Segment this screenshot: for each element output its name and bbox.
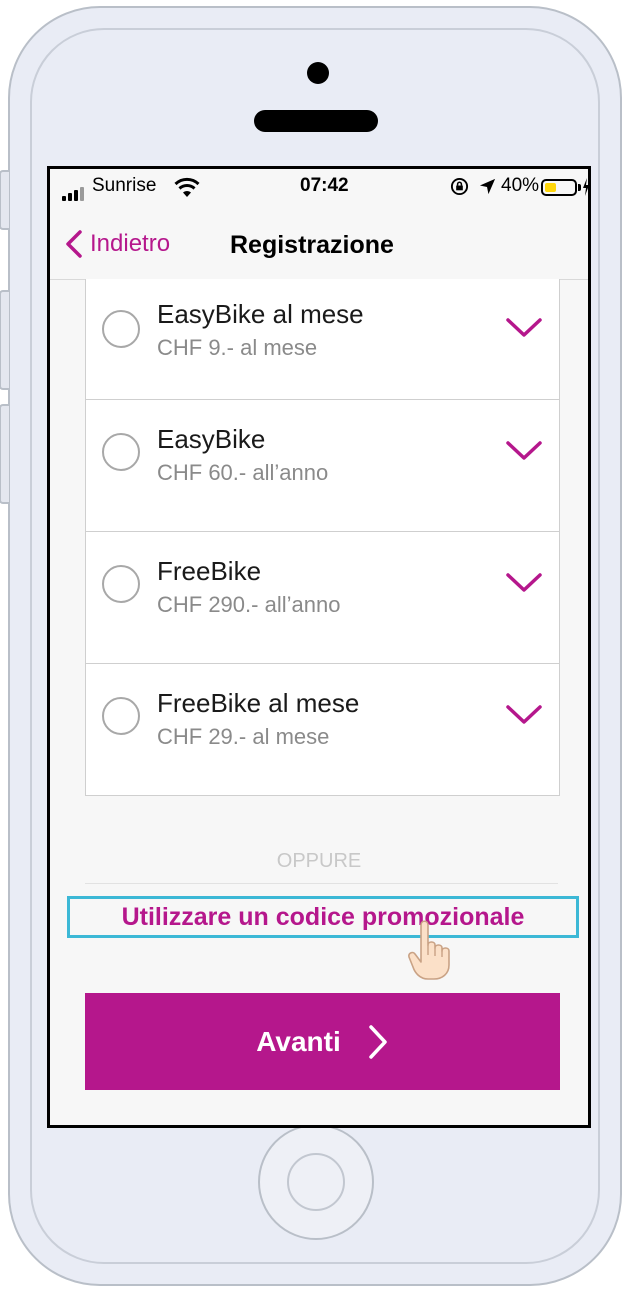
radio-button[interactable]	[102, 697, 140, 735]
wifi-icon	[174, 177, 200, 197]
chevron-down-icon[interactable]	[505, 317, 543, 339]
plan-option-freebike-monthly[interactable]: FreeBike al mese CHF 29.- al mese	[86, 664, 559, 795]
separator-text: OPPURE	[276, 850, 362, 872]
plan-name: FreeBike al mese	[157, 688, 360, 718]
chevron-down-icon[interactable]	[505, 440, 543, 462]
volume-down-button	[0, 404, 9, 504]
plan-name: FreeBike	[157, 556, 262, 586]
plan-option-freebike-yearly[interactable]: FreeBike CHF 290.- all’anno	[86, 532, 559, 664]
charging-icon	[583, 178, 588, 196]
status-bar: Sunrise 07:42 40%	[50, 169, 588, 209]
plan-price: CHF 9.- al mese	[157, 335, 318, 360]
front-camera	[307, 62, 329, 84]
plan-option-easybike-monthly[interactable]: EasyBike al mese CHF 9.- al mese	[86, 279, 559, 400]
promo-code-link[interactable]: Utilizzare un codice promozionale	[67, 896, 579, 938]
navigation-bar: Indietro Registrazione	[50, 209, 588, 280]
battery-icon	[541, 179, 577, 196]
mute-switch	[0, 170, 9, 230]
next-button-label: Avanti	[256, 1025, 341, 1057]
back-label: Indietro	[90, 230, 171, 257]
app-screen: Sunrise 07:42 40% Indietro Registrazione…	[47, 166, 591, 1128]
back-button[interactable]: Indietro	[64, 223, 170, 265]
page-title: Registrazione	[230, 231, 394, 259]
plan-list: EasyBike al mese CHF 9.- al mese EasyBik…	[85, 279, 560, 796]
battery-cap	[578, 184, 581, 191]
rotation-lock-icon	[450, 177, 469, 196]
radio-button[interactable]	[102, 310, 140, 348]
plan-price: CHF 29.- al mese	[157, 724, 330, 749]
chevron-down-icon[interactable]	[505, 704, 543, 726]
radio-button[interactable]	[102, 565, 140, 603]
clock: 07:42	[300, 175, 349, 196]
carrier-name: Sunrise	[92, 175, 157, 196]
location-icon	[479, 178, 496, 195]
separator-line	[85, 883, 558, 884]
radio-button[interactable]	[102, 433, 140, 471]
chevron-down-icon[interactable]	[505, 572, 543, 594]
next-button[interactable]: Avanti	[85, 993, 560, 1090]
battery-level-fill	[545, 183, 557, 192]
plan-option-easybike-yearly[interactable]: EasyBike CHF 60.- all’anno	[86, 400, 559, 532]
home-button[interactable]	[258, 1124, 374, 1240]
plan-name: EasyBike al mese	[157, 299, 364, 329]
plan-price: CHF 290.- all’anno	[157, 592, 341, 617]
plan-name: EasyBike	[157, 424, 266, 454]
earpiece-speaker	[254, 110, 378, 132]
battery-percentage: 40%	[501, 175, 540, 196]
signal-icon	[62, 187, 88, 201]
chevron-right-icon	[369, 1024, 387, 1059]
chevron-left-icon	[66, 230, 82, 258]
plan-price: CHF 60.- all’anno	[157, 460, 329, 485]
volume-up-button	[0, 290, 9, 390]
pointing-hand-icon	[408, 920, 450, 980]
